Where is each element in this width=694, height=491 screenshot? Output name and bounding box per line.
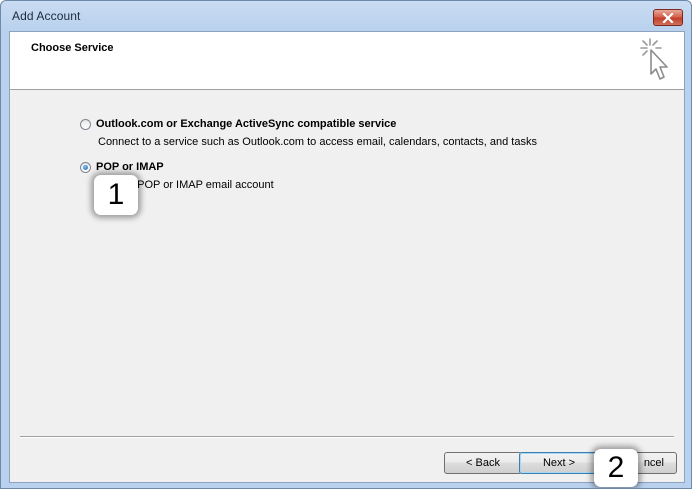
step-callout-2: 2 (594, 449, 638, 487)
wizard-cursor-icon (640, 38, 668, 80)
option-exchange-activesync[interactable]: Outlook.com or Exchange ActiveSync compa… (80, 118, 396, 130)
option-exchange-activesync-description: Connect to a service such as Outlook.com… (98, 136, 537, 148)
option-exchange-activesync-label[interactable]: Outlook.com or Exchange ActiveSync compa… (96, 118, 396, 130)
step-callout-1: 1 (94, 175, 138, 215)
window-title: Add Account (12, 9, 81, 23)
radio-exchange-activesync[interactable] (80, 118, 91, 130)
option-pop-imap-label[interactable]: POP or IMAP (96, 161, 164, 173)
page-title: Choose Service (31, 42, 114, 54)
add-account-window: Add Account Choose Service Outlook.com o… (0, 0, 692, 489)
close-icon (662, 12, 674, 23)
option-pop-imap[interactable]: POP or IMAP (80, 161, 164, 173)
header-panel: Choose Service (10, 32, 684, 90)
radio-pop-imap[interactable] (80, 161, 91, 173)
button-bar-separator (20, 436, 674, 438)
dialog-client-area: Choose Service Outlook.com or Exchange A… (9, 31, 685, 487)
close-button[interactable] (653, 9, 683, 26)
back-button[interactable]: < Back (444, 452, 522, 474)
next-button[interactable]: Next > (519, 452, 599, 474)
title-bar[interactable]: Add Account (1, 1, 691, 31)
